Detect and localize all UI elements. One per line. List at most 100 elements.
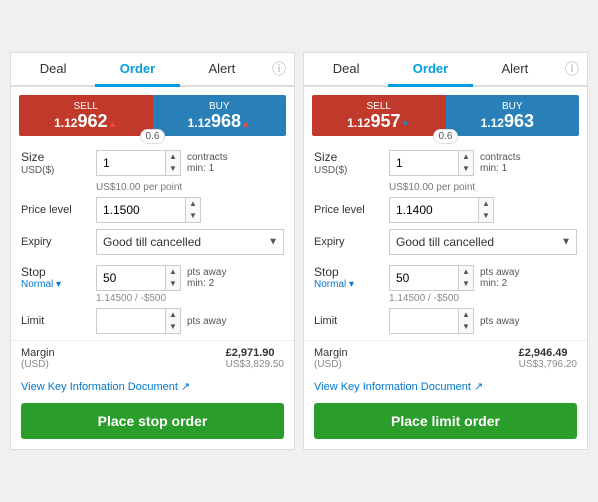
size-down[interactable]: ▼ xyxy=(459,163,473,175)
stop-unit-label: pts awaymin: 2 xyxy=(187,267,226,289)
margin-label: Margin xyxy=(314,347,348,359)
panel-left: DealOrderAlertⓘ SELL 1.12962▲0.6BUY 1.129… xyxy=(10,52,295,450)
info-icon[interactable]: ⓘ xyxy=(264,53,294,85)
price-level-wrap: ▲ ▼ xyxy=(389,197,577,223)
sell-button[interactable]: SELL 1.12957▼ xyxy=(312,95,446,136)
limit-down[interactable]: ▼ xyxy=(166,321,180,333)
stop-label: Stop Normal ▾ xyxy=(314,265,389,290)
price-level-up[interactable]: ▲ xyxy=(479,198,493,210)
limit-input[interactable] xyxy=(96,308,166,334)
key-link-row: View Key Information Document ↗ xyxy=(11,376,294,397)
stop-row: Stop Normal ▾ ▲ ▼ pts awaymin: 2 xyxy=(314,265,577,291)
limit-unit-label: pts away xyxy=(187,316,226,327)
buy-price: 1.12968▲ xyxy=(157,112,283,130)
stop-type-toggle[interactable]: Normal ▾ xyxy=(314,279,389,290)
buy-button[interactable]: BUY 1.12968▲ xyxy=(153,95,287,136)
margin-unit-label: (USD) xyxy=(314,359,348,370)
stop-type-toggle[interactable]: Normal ▾ xyxy=(21,279,96,290)
price-level-input[interactable] xyxy=(389,197,479,223)
tab-alert[interactable]: Alert xyxy=(473,53,557,85)
expiry-row: Expiry Good till cancelled Good for day … xyxy=(21,229,284,255)
price-level-down[interactable]: ▼ xyxy=(479,210,493,222)
expiry-row: Expiry Good till cancelled Good for day … xyxy=(314,229,577,255)
limit-input-wrap: ▲ ▼ pts away xyxy=(96,308,284,334)
price-level-label: Price level xyxy=(21,204,96,216)
size-input[interactable] xyxy=(389,150,459,176)
tab-deal[interactable]: Deal xyxy=(11,53,95,85)
limit-row: Limit ▲ ▼ pts away xyxy=(314,308,577,334)
size-unit-label: contractsmin: 1 xyxy=(187,152,228,174)
stop-up[interactable]: ▲ xyxy=(166,266,180,278)
stop-spinner: ▲ ▼ xyxy=(459,265,474,291)
sell-button[interactable]: SELL 1.12962▲ xyxy=(19,95,153,136)
size-input-wrap: ▲ ▼ contractsmin: 1 xyxy=(96,150,284,176)
margin-label: Margin xyxy=(21,347,55,359)
stop-up[interactable]: ▲ xyxy=(459,266,473,278)
info-icon[interactable]: ⓘ xyxy=(557,53,587,85)
stop-input-wrap: ▲ ▼ pts awaymin: 2 xyxy=(389,265,577,291)
key-link-row: View Key Information Document ↗ xyxy=(304,376,587,397)
tab-order[interactable]: Order xyxy=(388,53,472,87)
stop-label: Stop Normal ▾ xyxy=(21,265,96,290)
margin-label-wrap: Margin (USD) xyxy=(21,347,55,370)
form-section: Size USD($) ▲ ▼ contractsmin: 1 US$10.00… xyxy=(11,140,294,265)
main-container: DealOrderAlertⓘSELL 1.12962▲0.6BUY 1.129… xyxy=(0,42,598,460)
limit-up[interactable]: ▲ xyxy=(459,309,473,321)
size-down[interactable]: ▼ xyxy=(166,163,180,175)
size-spinner: ▲ ▼ xyxy=(166,150,181,176)
stop-input[interactable] xyxy=(389,265,459,291)
price-level-spinner: ▲ ▼ xyxy=(186,197,201,223)
tab-deal[interactable]: Deal xyxy=(304,53,388,85)
expiry-select[interactable]: Good till cancelled Good for day xyxy=(389,229,577,255)
key-info-link[interactable]: View Key Information Document ↗ xyxy=(21,380,284,393)
size-row: Size USD($) ▲ ▼ contractsmin: 1 xyxy=(314,150,577,176)
margin-label-wrap: Margin (USD) xyxy=(314,347,348,370)
margin-section: Margin (USD) £2,946.49 US$3,796.20 xyxy=(304,340,587,376)
sell-price: 1.12962▲ xyxy=(23,112,149,130)
price-row: SELL 1.12957▼0.6BUY 1.12963▼ xyxy=(312,95,579,136)
limit-label: Limit xyxy=(21,315,96,327)
stop-row: Stop Normal ▾ ▲ ▼ pts awaymin: 2 xyxy=(21,265,284,291)
limit-down[interactable]: ▼ xyxy=(459,321,473,333)
expiry-select-wrap: Good till cancelled Good for day ▼ xyxy=(389,229,577,255)
price-level-row: Price level ▲ ▼ xyxy=(314,197,577,223)
price-level-row: Price level ▲ ▼ xyxy=(21,197,284,223)
price-level-label: Price level xyxy=(314,204,389,216)
stop-down[interactable]: ▼ xyxy=(459,278,473,290)
key-info-link[interactable]: View Key Information Document ↗ xyxy=(314,380,577,393)
size-input-wrap: ▲ ▼ contractsmin: 1 xyxy=(389,150,577,176)
price-level-down[interactable]: ▼ xyxy=(186,210,200,222)
size-sub-label: US$10.00 per point xyxy=(389,182,577,193)
buy-button[interactable]: BUY 1.12963▼ xyxy=(446,95,580,136)
stop-input[interactable] xyxy=(96,265,166,291)
stop-input-wrap: ▲ ▼ pts awaymin: 2 xyxy=(96,265,284,291)
place-order-button[interactable]: Place limit order xyxy=(314,403,577,439)
margin-unit-label: (USD) xyxy=(21,359,55,370)
price-level-input[interactable] xyxy=(96,197,186,223)
limit-up[interactable]: ▲ xyxy=(166,309,180,321)
limit-spinner: ▲ ▼ xyxy=(459,308,474,334)
limit-input[interactable] xyxy=(389,308,459,334)
margin-values: £2,971.90 US$3,829.50 xyxy=(226,347,284,370)
limit-unit-label: pts away xyxy=(480,316,519,327)
panel-right: DealOrderAlertⓘ SELL 1.12957▼0.6BUY 1.129… xyxy=(303,52,588,450)
size-input[interactable] xyxy=(96,150,166,176)
price-level-up[interactable]: ▲ xyxy=(186,198,200,210)
margin-value: £2,946.49 xyxy=(519,347,577,359)
size-up[interactable]: ▲ xyxy=(166,151,180,163)
expiry-select[interactable]: Good till cancelled Good for day xyxy=(96,229,284,255)
tab-alert[interactable]: Alert xyxy=(180,53,264,85)
stop-info: 1.14500 / -$500 xyxy=(389,293,577,304)
size-label: Size USD($) xyxy=(314,150,389,176)
size-spinner: ▲ ▼ xyxy=(459,150,474,176)
stop-down[interactable]: ▼ xyxy=(166,278,180,290)
price-row: SELL 1.12962▲0.6BUY 1.12968▲ xyxy=(19,95,286,136)
tab-order[interactable]: Order xyxy=(95,53,179,87)
form-section: Size USD($) ▲ ▼ contractsmin: 1 US$10.00… xyxy=(304,140,587,265)
place-order-button[interactable]: Place stop order xyxy=(21,403,284,439)
margin-sub-value: US$3,829.50 xyxy=(226,359,284,370)
size-up[interactable]: ▲ xyxy=(459,151,473,163)
sell-price: 1.12957▼ xyxy=(316,112,442,130)
spread-badge: 0.6 xyxy=(140,129,166,144)
stop-spinner: ▲ ▼ xyxy=(166,265,181,291)
